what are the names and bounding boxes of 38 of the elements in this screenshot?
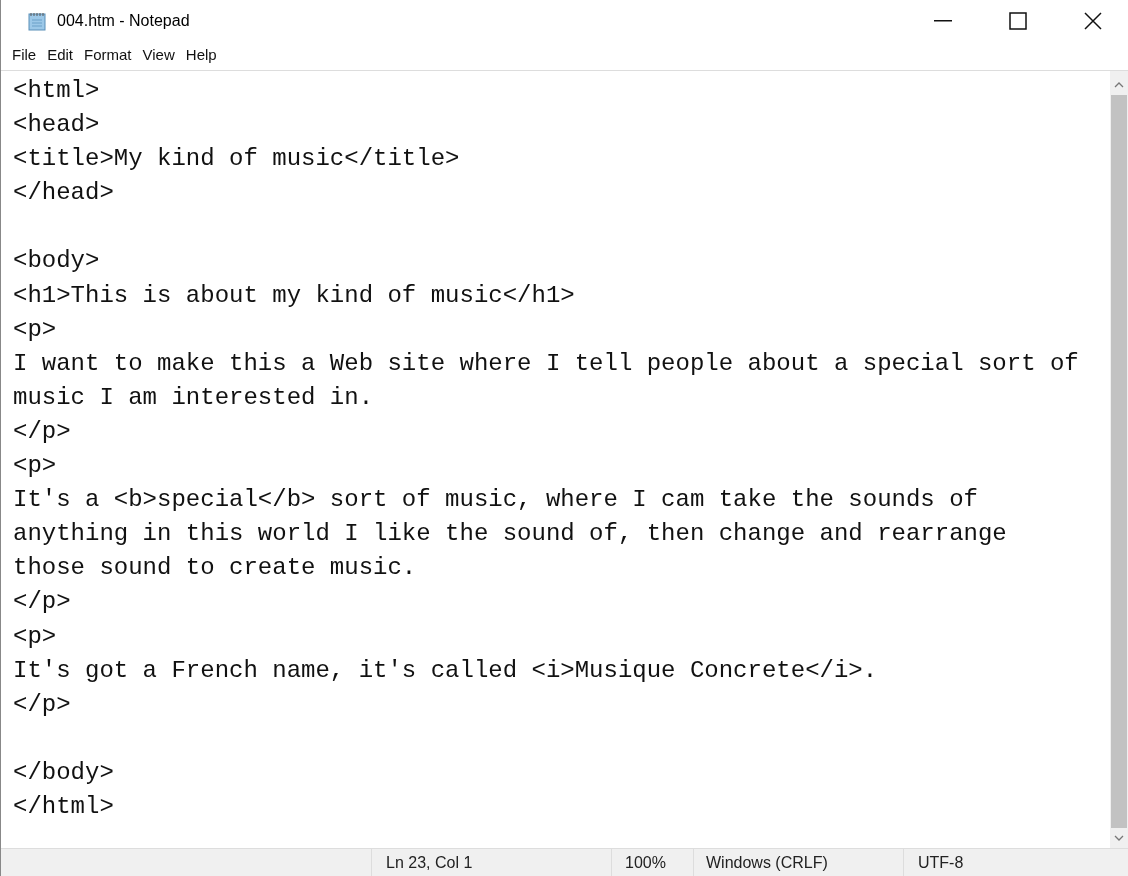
menu-item[interactable]: Format xyxy=(79,43,137,67)
text-line: <p> xyxy=(13,622,57,650)
scrollbar-thumb[interactable] xyxy=(1111,95,1127,828)
notepad-icon xyxy=(27,11,47,31)
text-line: <body> xyxy=(13,247,100,275)
menu-item[interactable]: View xyxy=(137,43,180,67)
scroll-down-icon[interactable] xyxy=(1114,834,1124,842)
text-line: <h1>This is about my kind of music</h1> xyxy=(13,281,575,309)
menu-item[interactable]: File xyxy=(7,43,42,67)
text-line: <html> xyxy=(13,77,100,104)
text-line: </p> xyxy=(13,417,71,445)
text-line: </head> xyxy=(13,179,114,207)
text-line: those sound to create music. xyxy=(13,554,417,582)
text-line: It's a <b>special</b> sort of music, where I cam take the sounds of xyxy=(13,486,978,514)
menu-item[interactable]: Help xyxy=(180,43,222,67)
text-line: <p> xyxy=(13,452,57,480)
text-line: <head> xyxy=(13,111,100,139)
text-line: </html> xyxy=(13,792,114,820)
encoding: UTF-8 xyxy=(918,852,964,873)
menu-item[interactable]: Edit xyxy=(42,43,79,67)
window-title: 004.htm - Notepad xyxy=(57,11,190,31)
text-line: music I am interested in. xyxy=(13,383,374,411)
cursor-position: Ln 23, Col 1 xyxy=(386,852,473,873)
minimize-icon[interactable] xyxy=(934,20,952,22)
maximize-icon[interactable] xyxy=(1009,12,1027,30)
text-line: <p> xyxy=(13,315,57,343)
text-line: </p> xyxy=(13,690,71,718)
text-line: anything in this world I like the sound of, then change and rearrange xyxy=(13,520,1007,548)
text-line: I want to make this a Web site where I tell people about a special sort of xyxy=(13,349,1079,377)
close-icon[interactable] xyxy=(1084,12,1102,30)
line-ending: Windows (CRLF) xyxy=(706,852,828,873)
text-line: It's got a French name, it's called <i>Musique Concrete</i>. xyxy=(13,656,878,684)
scroll-up-icon[interactable] xyxy=(1114,81,1124,89)
text-line: <title>My kind of music</title> xyxy=(13,145,460,173)
vertical-scrollbar[interactable] xyxy=(1110,71,1128,848)
text-line: </p> xyxy=(13,588,71,616)
text-line: </body> xyxy=(13,758,114,786)
zoom-level: 100% xyxy=(625,852,666,873)
